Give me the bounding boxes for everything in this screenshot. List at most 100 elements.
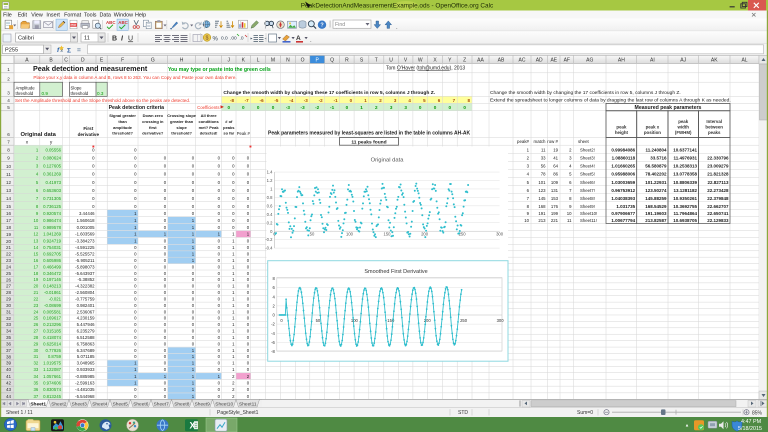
svg-text:-0.01861: -0.01861 [44,290,62,295]
svg-text:19: 19 [6,232,12,237]
svg-text:21.821328: 21.821328 [707,172,729,177]
svg-text:conditions: conditions [198,119,219,124]
svg-text:crossing in: crossing in [142,119,164,124]
svg-text:Edit: Edit [18,13,28,19]
svg-text:0.466499: 0.466499 [43,264,62,269]
svg-text:-0.775759: -0.775759 [75,296,95,301]
svg-text:Sheet6: Sheet6 [133,401,149,407]
svg-text:19: 19 [34,277,39,282]
svg-text:50: 50 [310,231,315,236]
svg-text:Sheet9!: Sheet9! [580,204,595,209]
svg-text:Slope: Slope [71,86,83,91]
svg-text:Tom O'Haver (toh@umd.edu), 201: Tom O'Haver (toh@umd.edu), 2013 [386,66,465,72]
svg-text:0.989578: 0.989578 [43,225,62,230]
svg-text:Change the smooth width by cha: Change the smooth width by changing thes… [223,90,435,96]
svg-text:threshold?: threshold? [171,131,192,136]
svg-text:168: 168 [538,204,546,209]
svg-text:Data: Data [100,13,111,19]
svg-text:1.4: 1.4 [267,170,273,175]
svg-text:STD: STD [458,410,468,416]
svg-text:64: 64 [553,164,558,169]
svg-text:18: 18 [6,225,12,230]
svg-text:threshold: threshold [16,91,34,96]
svg-text:200: 200 [424,318,432,323]
svg-text:-3.384273: -3.384273 [75,239,95,244]
svg-text:-0.2: -0.2 [265,237,273,242]
svg-text:Peak #: Peak # [237,131,251,136]
svg-text:0.692705: 0.692705 [43,252,62,257]
svg-text:22: 22 [34,296,39,301]
svg-text:Peak parameters measured by le: Peak parameters measured by least-square… [268,131,470,137]
svg-text:PDF: PDF [71,23,77,27]
svg-text:Insert: Insert [46,13,60,19]
svg-text:0.924719: 0.924719 [43,239,62,244]
svg-text:6.512588: 6.512588 [77,335,96,340]
svg-text:Sheet6!: Sheet6! [580,180,595,185]
svg-text:View: View [31,13,43,19]
svg-text:-5.898073: -5.898073 [75,264,95,269]
svg-text:11: 11 [84,36,90,42]
svg-text:56.580879: 56.580879 [645,164,667,169]
svg-text:AA: AA [477,58,484,64]
svg-text:10.8806339: 10.8806339 [673,180,697,185]
svg-text:10.6938705: 10.6938705 [673,218,697,223]
svg-text:213: 213 [538,218,546,223]
svg-text:0.148213: 0.148213 [43,284,62,289]
svg-text:ABC: ABC [106,20,116,25]
svg-text:Q: Q [330,58,334,64]
svg-text:%: % [213,37,219,43]
svg-text:0: 0 [434,105,437,110]
svg-text:14: 14 [34,245,39,250]
svg-text:0.6: 0.6 [267,203,273,208]
svg-text:-8: -8 [271,349,275,354]
svg-text:12: 12 [34,232,39,237]
svg-text:17: 17 [34,264,39,269]
svg-text:11.240804: 11.240804 [645,148,667,153]
svg-text:31: 31 [6,309,12,314]
svg-text:33: 33 [541,156,546,161]
svg-text:16: 16 [34,258,39,263]
svg-text:C: C [64,58,68,64]
svg-text:.0: .0 [240,36,244,42]
svg-text:29: 29 [34,341,39,346]
svg-text:15: 15 [34,252,39,257]
svg-text:0.001005: 0.001005 [77,225,96,230]
svg-text:1.031735: 1.031735 [616,204,635,209]
svg-text:0.982401: 0.982401 [77,303,96,308]
svg-text:0.974606: 0.974606 [43,380,62,385]
svg-text:145.88259: 145.88259 [645,196,667,201]
svg-text:27: 27 [34,329,39,334]
svg-text:10.3692755: 10.3692755 [673,204,697,209]
svg-text:-5.905211: -5.905211 [75,258,95,263]
svg-text:-6: -6 [260,98,264,103]
svg-text:0.346472: 0.346472 [43,271,62,276]
svg-text:AJ: AJ [680,58,686,64]
svg-text:39: 39 [6,361,12,366]
svg-text:36: 36 [34,387,39,392]
svg-text:78: 78 [541,172,546,177]
svg-text:0.97906677: 0.97906677 [611,211,635,216]
svg-text:-1: -1 [334,98,338,103]
svg-text:50: 50 [316,318,321,323]
svg-text:0.8759: 0.8759 [48,354,62,359]
svg-text:22.650741: 22.650741 [707,211,729,216]
svg-text:peak#: peak# [517,139,530,144]
svg-text:G: G [151,58,155,64]
svg-text:191: 191 [538,211,546,216]
svg-text:145: 145 [538,196,546,201]
svg-text:U: U [389,58,393,64]
svg-text:ABC: ABC [118,20,128,25]
svg-text:34: 34 [6,329,12,334]
svg-text:-2.599163: -2.599163 [75,380,95,385]
svg-text:than: than [118,119,127,124]
svg-text:-2: -2 [271,322,275,327]
svg-text:so far: so far [223,131,234,136]
svg-text:0.05556: 0.05556 [45,148,61,153]
svg-text:AG: AG [586,58,593,64]
svg-text:threshold: threshold [71,91,89,96]
svg-text:0.197146: 0.197146 [43,277,62,282]
svg-text:Smoothed First Derivative: Smoothed First Derivative [364,269,427,275]
svg-text:131: 131 [551,188,559,193]
svg-text:35: 35 [6,335,12,340]
svg-text:Measured peak parameters: Measured peak parameters [635,105,702,111]
